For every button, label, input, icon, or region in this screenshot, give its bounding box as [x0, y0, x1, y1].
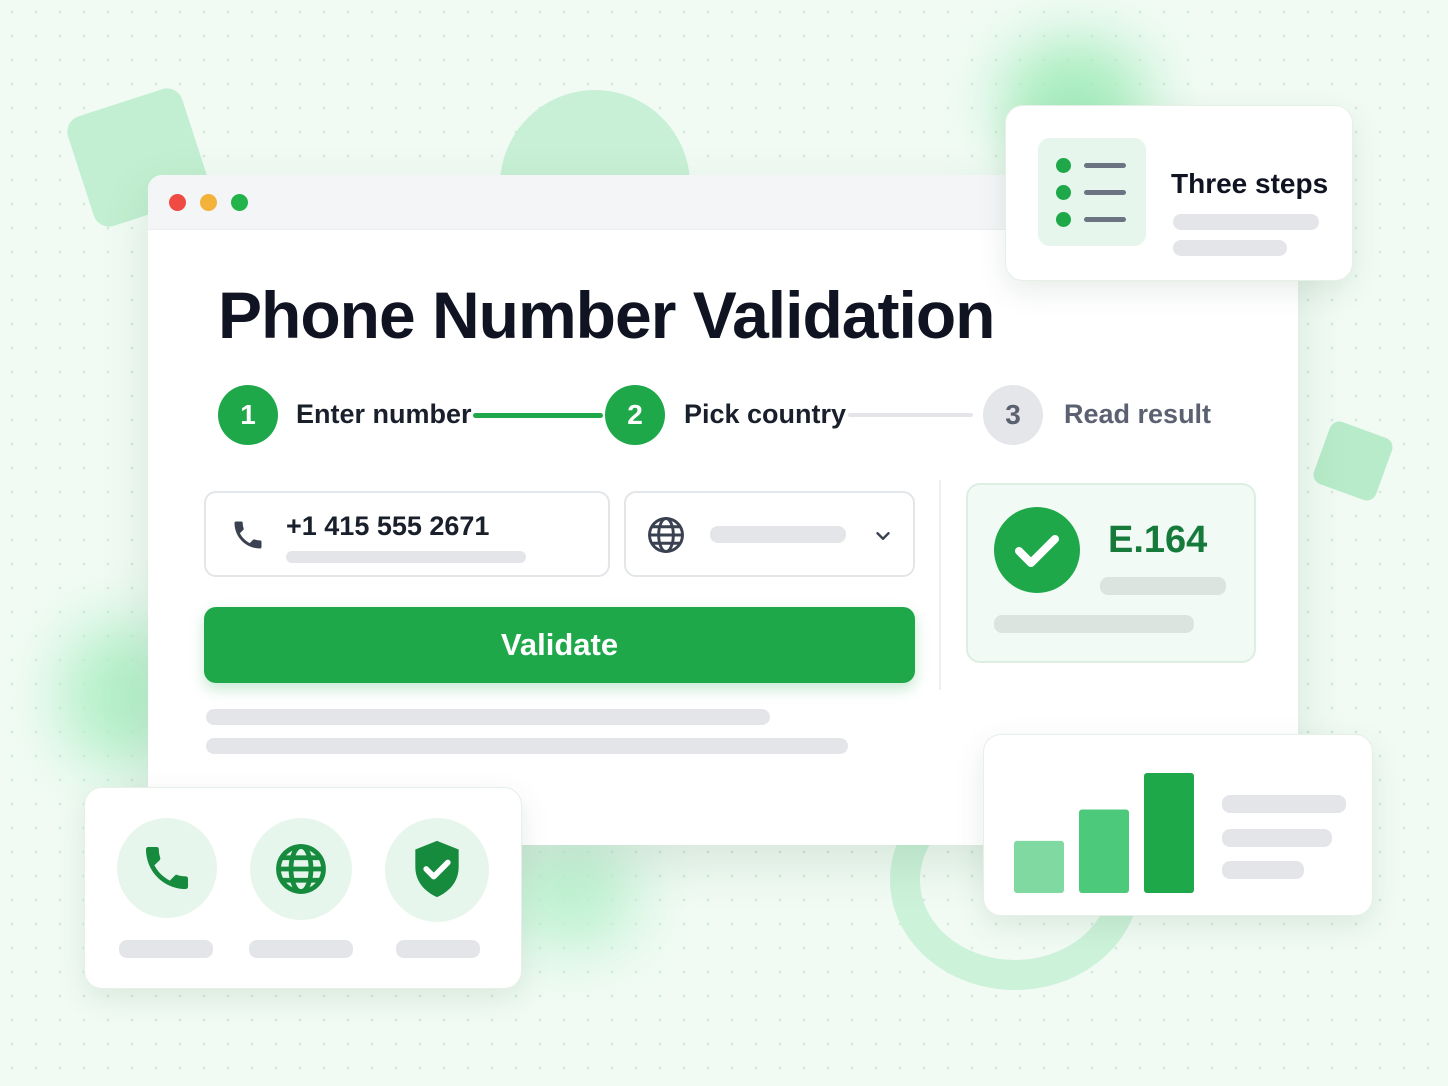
globe-icon: [276, 844, 326, 894]
placeholder-line: [206, 709, 770, 725]
country-select[interactable]: [624, 491, 915, 577]
placeholder-line: [1173, 214, 1319, 230]
minimize-window-button[interactable]: [200, 194, 217, 211]
result-format: E.164: [1108, 519, 1208, 561]
placeholder-line: [1222, 829, 1332, 847]
placeholder-line: [119, 940, 213, 958]
step-1-label: Enter number: [296, 399, 472, 429]
check-circle-icon: [994, 507, 1080, 593]
placeholder-line: [1222, 861, 1304, 879]
placeholder-line: [1100, 577, 1226, 595]
chevron-down-icon: [876, 532, 890, 540]
close-window-button[interactable]: [169, 194, 186, 211]
feature-item: [117, 818, 217, 918]
step-3-circle[interactable]: 3: [983, 385, 1043, 445]
list-icon: [1038, 138, 1146, 246]
feature-item: [250, 818, 352, 920]
placeholder-line: [396, 940, 480, 958]
chart-bar: [1014, 840, 1064, 893]
step-1-circle[interactable]: 1: [218, 385, 278, 445]
result-card: E.164: [966, 483, 1256, 663]
divider: [939, 480, 941, 690]
decor-square-small: [1310, 418, 1396, 504]
bar-chart: [1014, 773, 1194, 893]
feature-item: [385, 818, 489, 922]
maximize-window-button[interactable]: [231, 194, 248, 211]
chart-bar: [1144, 773, 1194, 893]
shield-check-icon: [415, 840, 459, 898]
steps-callout-card: Three steps: [1005, 105, 1353, 281]
step-2-circle[interactable]: 2: [605, 385, 665, 445]
placeholder-line: [1222, 795, 1346, 813]
step-3-label: Read result: [1064, 399, 1212, 429]
globe-icon: [648, 517, 684, 553]
stats-card: [983, 734, 1373, 916]
placeholder-line: [994, 615, 1194, 633]
validate-button[interactable]: Validate: [204, 607, 915, 683]
placeholder-line: [286, 551, 526, 563]
phone-number-value: +1 415 555 2671: [286, 511, 490, 541]
chart-bar: [1079, 809, 1129, 893]
placeholder-line: [1173, 240, 1287, 256]
step-connector-pending: [848, 413, 973, 417]
feature-icons-card: [84, 787, 522, 989]
placeholder-line: [710, 526, 846, 543]
phone-number-input[interactable]: +1 415 555 2671: [204, 491, 610, 577]
page-title: Phone Number Validation: [218, 278, 995, 352]
placeholder-line: [249, 940, 353, 958]
step-2-label: Pick country: [684, 399, 847, 429]
placeholder-line: [206, 738, 848, 754]
phone-icon: [234, 521, 262, 549]
step-connector-complete: [473, 413, 603, 418]
phone-icon: [146, 847, 188, 889]
steps-callout-title: Three steps: [1171, 168, 1329, 199]
